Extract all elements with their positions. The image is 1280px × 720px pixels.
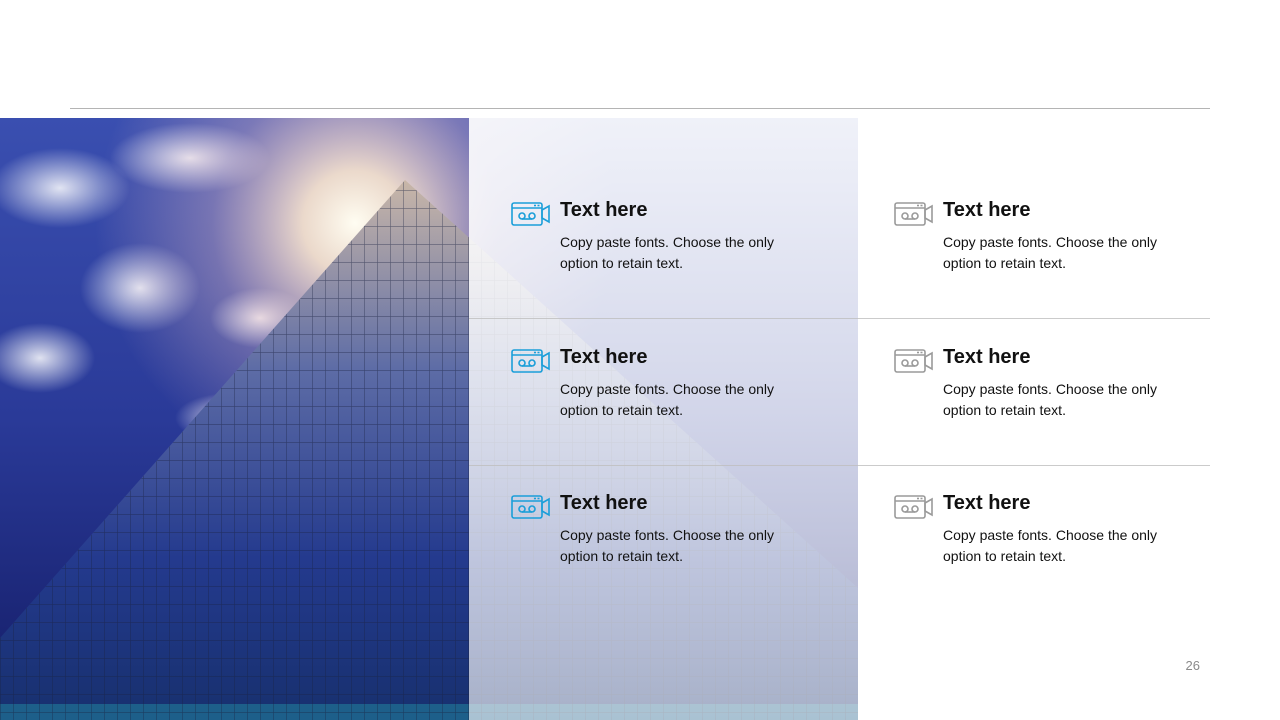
feature-body: Copy paste fonts. Choose the only option… <box>560 381 775 418</box>
feature-title: Text here <box>560 492 648 514</box>
feature-title: Text here <box>943 199 1031 221</box>
video-mail-icon <box>894 348 934 374</box>
header-rule <box>70 108 1210 109</box>
feature-body: Copy paste fonts. Choose the only option… <box>560 527 775 564</box>
feature-body: Copy paste fonts. Choose the only option… <box>943 527 1158 564</box>
video-mail-icon <box>511 494 551 520</box>
feature-title: Text here <box>943 492 1031 514</box>
feature-title: Text here <box>560 346 648 368</box>
feature-title: Text here <box>943 346 1031 368</box>
feature-body: Copy paste fonts. Choose the only option… <box>943 381 1158 418</box>
video-mail-icon <box>894 201 934 227</box>
row-divider-2 <box>469 465 1210 466</box>
feature-body: Copy paste fonts. Choose the only option… <box>560 234 775 271</box>
video-mail-icon <box>511 201 551 227</box>
page-number: 26 <box>1185 658 1200 673</box>
feature-body: Copy paste fonts. Choose the only option… <box>943 234 1158 271</box>
video-mail-icon <box>894 494 934 520</box>
row-divider-1 <box>469 318 1210 319</box>
video-mail-icon <box>511 348 551 374</box>
feature-title: Text here <box>560 199 648 221</box>
